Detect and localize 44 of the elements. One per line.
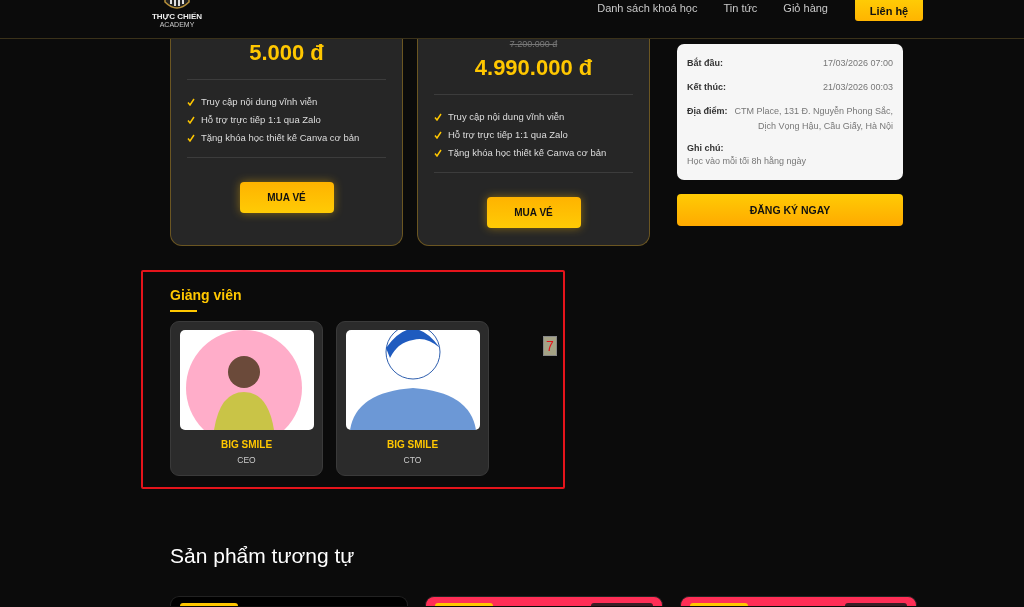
feature-text: Truy cập nội dung vĩnh viễn — [448, 111, 565, 122]
product-badge — [845, 603, 907, 606]
instructor-card[interactable]: BIG SMILE CTO — [336, 321, 489, 476]
ticket-price: 5.000 đ — [248, 39, 325, 67]
shield-logo-icon — [163, 0, 191, 12]
instructor-name: BIG SMILE — [386, 439, 439, 450]
instructor-card[interactable]: BIG SMILE CEO — [170, 321, 323, 476]
feature-text: Tặng khóa học thiết kế Canva cơ bản — [201, 132, 360, 143]
annotation-badge: 7 — [543, 336, 557, 356]
feature-text: Truy cập nội dung vĩnh viễn — [201, 96, 318, 107]
instructor-role: CEO — [237, 455, 256, 465]
nav-link[interactable]: Giỏ hàng — [783, 2, 828, 14]
buy-ticket-button[interactable]: MUA VÉ — [486, 197, 581, 228]
info-label: Bắt đầu: — [687, 56, 723, 70]
info-label: Kết thúc: — [687, 81, 726, 94]
nav-link[interactable]: Tin tức — [723, 2, 758, 14]
info-label: Ghi chú: — [687, 143, 725, 153]
product-tag — [690, 603, 748, 606]
info-value: CTM Place, 131 Đ. Nguyễn Phong Sắc, Dịch Vọng Hậu, Cầu Giấy, Hà Nội — [733, 105, 893, 133]
instructor-role: CTO — [403, 455, 422, 465]
product-badge — [591, 603, 653, 606]
product-tag — [435, 603, 493, 606]
section-title: Giảng viên — [170, 286, 242, 304]
info-value: Học vào mỗi tối 8h hằng ngày — [687, 156, 808, 166]
nav-link[interactable]: Danh sách khoá học — [597, 2, 698, 14]
ticket-price: 4.990.000 đ — [473, 54, 594, 82]
info-value: 21/03/2026 00:03 — [822, 81, 893, 94]
section-title: Sản phẩm tương tự — [170, 543, 356, 569]
instructor-name: BIG SMILE — [220, 439, 273, 450]
product-card[interactable] — [425, 596, 663, 606]
feature-text: Tặng khóa học thiết kế Canva cơ bản — [448, 147, 607, 158]
product-card[interactable] — [170, 596, 408, 606]
contact-button[interactable]: Liên hệ — [855, 0, 923, 21]
product-card[interactable] — [680, 596, 917, 606]
info-label: Địa điểm: — [687, 105, 728, 118]
product-tag — [180, 603, 238, 606]
feature-text: Hỗ trợ trực tiếp 1:1 qua Zalo — [448, 129, 568, 140]
logo-title: THỰC CHIẾN — [151, 12, 203, 21]
register-button[interactable]: ĐĂNG KÝ NGAY — [677, 194, 903, 226]
info-value: 17/03/2026 07:00 — [822, 57, 893, 70]
title-underline — [170, 310, 197, 312]
buy-ticket-button[interactable]: MUA VÉ — [239, 182, 334, 213]
feature-text: Hỗ trợ trực tiếp 1:1 qua Zalo — [201, 114, 321, 125]
old-price: 7.200.000 đ — [508, 38, 559, 50]
